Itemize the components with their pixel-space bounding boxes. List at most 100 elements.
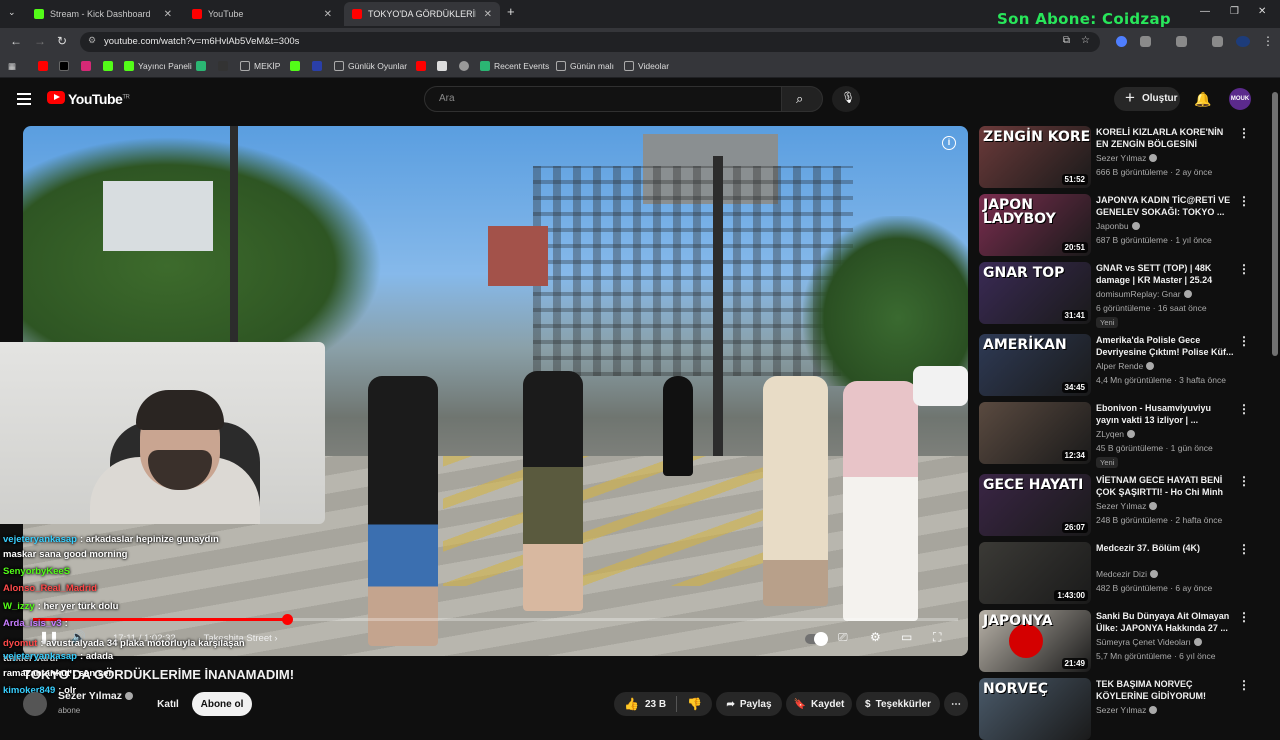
more-vertical-icon[interactable]: ⋮ — [1238, 474, 1250, 488]
account-avatar[interactable]: MOUK — [1229, 88, 1251, 110]
video-thumbnail[interactable]: GNAR TOP 31:41 — [979, 262, 1091, 324]
video-thumbnail[interactable]: JAPON LADYBOY 20:51 — [979, 194, 1091, 256]
reload-icon[interactable]: ↻ — [57, 34, 67, 48]
bookmark-kick2-icon[interactable] — [290, 61, 304, 71]
reading-list-icon[interactable] — [1212, 36, 1223, 47]
voice-search-button[interactable]: 🎙 — [832, 86, 860, 112]
recommended-video-channel[interactable]: Sezer Yılmaz — [1096, 153, 1158, 163]
video-thumbnail[interactable]: NORVEÇ — [979, 678, 1091, 740]
apps-grid-icon[interactable]: ▦ — [8, 61, 16, 72]
bookmark-globe-icon[interactable] — [459, 61, 473, 71]
recommended-video-channel[interactable]: Sezer Yılmaz — [1096, 705, 1158, 715]
recommended-video[interactable]: 1:43:00 Medcezir 37. Bölüm (4K) Medcezir D… — [979, 542, 1250, 604]
more-actions-button[interactable]: ⋯ — [944, 692, 968, 716]
bookmark-yayinci-paneli[interactable]: Yayıncı Paneli — [124, 61, 192, 71]
like-button[interactable]: 👍 23 B — [624, 697, 666, 711]
more-vertical-icon[interactable]: ⋮ — [1238, 334, 1250, 348]
channel-name[interactable]: Sezer Yılmaz — [58, 690, 134, 702]
cast-icon[interactable]: ⧉ — [1063, 35, 1070, 46]
more-vertical-icon[interactable]: ⋮ — [1238, 610, 1250, 624]
more-vertical-icon[interactable]: ⋮ — [1238, 262, 1250, 276]
site-info-icon[interactable]: ⚙ — [88, 35, 96, 46]
bookmark-image-icon[interactable] — [437, 61, 451, 71]
notifications-bell-icon[interactable]: 🔔 — [1194, 91, 1211, 108]
thanks-button[interactable]: $ Teşekkürler — [856, 692, 940, 716]
close-icon[interactable]: ✕ — [484, 9, 492, 20]
video-thumbnail[interactable]: AMERİKAN 34:45 — [979, 334, 1091, 396]
profile-icon[interactable] — [1236, 36, 1250, 47]
video-thumbnail[interactable]: 1:43:00 — [979, 542, 1091, 604]
progress-bar[interactable] — [33, 614, 958, 625]
minimize-icon[interactable]: — — [1200, 6, 1210, 17]
search-button[interactable]: ⌕ — [781, 86, 823, 112]
page-scrollbar[interactable] — [1272, 92, 1278, 356]
recommended-video[interactable]: JAPONYA 21:49 Sanki Bu Dünyaya Ait Olmayan… — [979, 610, 1250, 672]
bookmark-star-icon[interactable]: ☆ — [1081, 35, 1090, 46]
recommended-video-channel[interactable]: domisumReplay: Gnar — [1096, 289, 1192, 299]
settings-gear-icon[interactable]: ⚙ — [870, 630, 881, 644]
more-vertical-icon[interactable]: ⋮ — [1238, 402, 1250, 416]
more-vertical-icon[interactable]: ⋮ — [1238, 194, 1250, 208]
more-vertical-icon[interactable]: ⋮ — [1238, 126, 1250, 140]
recommended-video-title[interactable]: Amerika'da Polisle Gece Devriyesine Çıkt… — [1096, 334, 1236, 358]
bookmark-videolar[interactable]: Videolar — [624, 61, 669, 71]
recommended-video-title[interactable]: Medcezir 37. Bölüm (4K) — [1096, 542, 1236, 554]
recommended-video-channel[interactable]: Japonbu — [1096, 221, 1140, 231]
window-close-icon[interactable]: ✕ — [1258, 6, 1266, 17]
tab-kick-dashboard[interactable]: Stream - Kick Dashboard ✕ — [26, 2, 180, 26]
tab-search-icon[interactable]: ⌄ — [8, 7, 16, 18]
video-thumbnail[interactable]: 12:34 — [979, 402, 1091, 464]
bookmark-kick-icon[interactable] — [103, 61, 117, 71]
close-icon[interactable]: ✕ — [164, 9, 172, 20]
youtube-logo-text[interactable]: YouTubeTR — [68, 91, 130, 107]
more-vertical-icon[interactable]: ⋮ — [1238, 542, 1250, 556]
recommended-video[interactable]: JAPON LADYBOY 20:51 JAPONYA KADIN TİC@RETİ… — [979, 194, 1250, 256]
recommended-video[interactable]: NORVEÇ TEK BAŞIMA NORVEÇ KÖYLERİNE GİDİYO… — [979, 678, 1250, 740]
extension-icon[interactable] — [1116, 36, 1127, 47]
video-thumbnail[interactable]: ZENGİN KORE 51:52 — [979, 126, 1091, 188]
bookmark-yt2-icon[interactable] — [416, 61, 430, 71]
new-tab-button[interactable]: + — [507, 4, 515, 19]
sidepanel-icon[interactable] — [1176, 36, 1187, 47]
bookmark-instagram-icon[interactable] — [81, 61, 95, 71]
tab-youtube[interactable]: YouTube ✕ — [184, 2, 340, 26]
channel-avatar[interactable] — [23, 692, 47, 716]
bookmark-recent-events[interactable]: Recent Events — [480, 61, 549, 71]
url-field[interactable]: ⚙ youtube.com/watch?v=m6HvlAb5VeM&t=300s… — [80, 32, 1100, 52]
info-icon[interactable]: i — [942, 136, 956, 150]
tab-video-active[interactable]: TOKYO'DA GÖRDÜKLERİM... ✕ — [344, 2, 500, 26]
subtitles-icon[interactable]: ⎚ — [838, 630, 848, 645]
bookmark-x-icon[interactable] — [59, 61, 73, 71]
recommended-video-title[interactable]: JAPONYA KADIN TİC@RETİ VE GENELEV SOKAĞI… — [1096, 194, 1236, 218]
recommended-video-title[interactable]: Ebonivon - Husamviyuviyu yayın vakti 13 … — [1096, 402, 1236, 426]
fullscreen-icon[interactable]: ⛶ — [933, 630, 941, 645]
recommended-video-channel[interactable]: Medcezir Dizi — [1096, 569, 1159, 579]
recommended-video-channel[interactable]: Alper Rende — [1096, 361, 1155, 371]
recommended-video-channel[interactable]: Sümeyra Çenet Videoları — [1096, 637, 1202, 647]
search-input[interactable]: Ara — [424, 86, 782, 112]
video-thumbnail[interactable]: GECE HAYATI 26:07 — [979, 474, 1091, 536]
recommended-video-title[interactable]: GNAR vs SETT (TOP) | 48K damage | KR Mas… — [1096, 262, 1236, 286]
autoplay-toggle[interactable] — [805, 632, 828, 646]
back-icon[interactable]: ← — [10, 34, 22, 48]
bookmark-gunun-mali[interactable]: Günün malı — [556, 61, 614, 71]
hamburger-menu-icon[interactable] — [17, 93, 31, 105]
bookmark-app-icon[interactable] — [196, 61, 210, 71]
recommended-video-channel[interactable]: ZLyqen — [1096, 429, 1136, 439]
extensions-puzzle-icon[interactable] — [1140, 36, 1151, 47]
recommended-video[interactable]: 12:34 Ebonivon - Husamviyuviyu yayın vakt… — [979, 402, 1250, 468]
recommended-video-title[interactable]: Sanki Bu Dünyaya Ait Olmayan Ülke: JAPON… — [1096, 610, 1236, 634]
recommended-video[interactable]: AMERİKAN 34:45 Amerika'da Polisle Gece Dev… — [979, 334, 1250, 396]
bookmark-blue-icon[interactable] — [312, 61, 326, 71]
recommended-video[interactable]: GECE HAYATI 26:07 VİETNAM GECE HAYATI BENİ… — [979, 474, 1250, 536]
forward-icon[interactable]: → — [34, 34, 46, 48]
create-button[interactable]: Oluştur — [1114, 87, 1180, 111]
bookmark-mekip[interactable]: MEKİP — [240, 61, 280, 71]
recommended-video-title[interactable]: TEK BAŞIMA NORVEÇ KÖYLERİNE GİDİYORUM! — [1096, 678, 1236, 702]
youtube-logo-icon[interactable] — [47, 91, 65, 104]
more-vertical-icon[interactable]: ⋮ — [1238, 678, 1250, 692]
browser-menu-icon[interactable]: ⋮ — [1262, 34, 1274, 48]
theater-mode-icon[interactable]: ▭ — [901, 630, 912, 644]
video-thumbnail[interactable]: JAPONYA 21:49 — [979, 610, 1091, 672]
recommended-video-title[interactable]: KORELİ KIZLARLA KORE'NİN EN ZENGİN BÖLGE… — [1096, 126, 1236, 150]
